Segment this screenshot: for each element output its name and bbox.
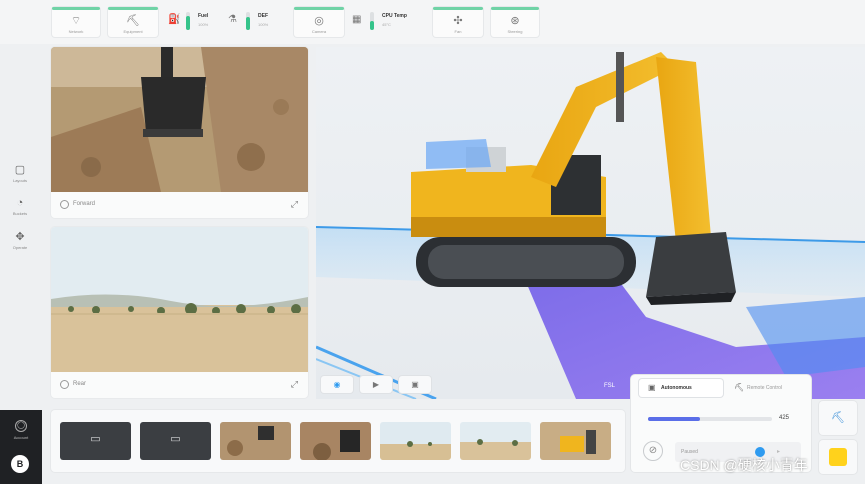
- tab-remote-label: Remote Control: [747, 385, 783, 391]
- view-target-button[interactable]: ◉: [321, 376, 353, 393]
- thumb-image[interactable]: [220, 422, 291, 460]
- rail-item-buckets[interactable]: ◔ Buckets: [5, 197, 35, 216]
- steering-tile[interactable]: ⊛ Steering: [491, 7, 539, 37]
- rail-label: Layouts: [12, 178, 27, 183]
- camera-icon: [60, 200, 69, 209]
- autonomous-icon: ▣: [648, 383, 656, 392]
- camera-forward-card[interactable]: Forward ⤢: [51, 47, 308, 218]
- thumb-placeholder[interactable]: ▭: [140, 422, 211, 460]
- tile-caption: Steering: [507, 29, 523, 34]
- camera-icon: [60, 380, 69, 389]
- svg-text:FSL: FSL: [604, 383, 616, 389]
- bucket-strip: ▭ ▭: [51, 410, 625, 472]
- tile-caption: Fan: [454, 29, 462, 34]
- target-icon: ◉: [333, 380, 341, 389]
- speed-slider[interactable]: [648, 417, 772, 421]
- equipment-tile[interactable]: ⛏ Equipment: [108, 7, 158, 37]
- def-value: 100%: [258, 22, 269, 27]
- fuel-gauge: ⛽ Fuel 100%: [168, 10, 228, 32]
- excavator-icon: ⛏: [126, 15, 140, 27]
- tab-autonomous-label: Autonomous: [661, 385, 692, 391]
- rail-item-operate[interactable]: ✥ Operate: [5, 230, 35, 250]
- account-icon[interactable]: ◯: [15, 420, 27, 432]
- fuel-label: Fuel: [198, 13, 209, 19]
- expand-icon[interactable]: ⤢: [291, 379, 298, 390]
- excavator-icon: ⛏: [831, 412, 845, 424]
- rail-item-layouts[interactable]: ▢ Layouts: [5, 163, 35, 183]
- thumb-image[interactable]: [300, 422, 371, 460]
- wifi-icon: ⌔: [70, 15, 82, 27]
- tab-autonomous[interactable]: ▣ Autonomous: [639, 379, 723, 397]
- tab-remote-control[interactable]: ⛏ Remote Control: [725, 379, 805, 397]
- rail-label: Operate: [12, 245, 28, 250]
- rail-footer: ◯ Account B: [0, 410, 42, 484]
- cpu-icon: ▦: [352, 14, 362, 25]
- fan-icon: ✣: [453, 15, 463, 27]
- camera-rear-card[interactable]: Rear ⤢: [51, 227, 308, 398]
- steering-icon: ⊛: [510, 15, 520, 27]
- tile-caption: Equipment: [123, 29, 143, 34]
- speed-value: 425: [779, 415, 790, 421]
- fan-tile[interactable]: ✣ Fan: [433, 7, 483, 37]
- account-label: Account: [13, 435, 29, 440]
- thumb-image[interactable]: [460, 422, 531, 460]
- thumb-image[interactable]: [540, 422, 611, 460]
- fuel-value: 100%: [198, 22, 209, 27]
- def-icon: ⚗: [228, 14, 237, 25]
- monitor-icon: ▭: [90, 433, 101, 445]
- fuel-icon: ⛽: [168, 14, 181, 25]
- cpu-label: CPU Temp: [382, 13, 407, 19]
- brand-logo: B: [11, 455, 29, 473]
- tile-caption: Network: [68, 29, 84, 34]
- speed-slider-fill: [648, 417, 701, 421]
- play-icon: ▶: [372, 380, 380, 389]
- camera-forward-label: Forward: [73, 201, 96, 207]
- status-bar: ⌔ Network ⛏ Equipment ⛽ Fuel 100% ⚗ DEF …: [0, 0, 865, 44]
- camera-forward-feed: [51, 47, 308, 192]
- thumb-image[interactable]: [380, 422, 451, 460]
- excavator-3d-view[interactable]: FSL: [316, 47, 865, 399]
- remote-icon: ⛏: [734, 383, 745, 392]
- cpu-value: 45°C: [382, 22, 391, 27]
- def-label: DEF: [258, 13, 268, 19]
- camera-rear-feed: [51, 227, 308, 372]
- emergency-button[interactable]: [819, 440, 857, 474]
- camera-rear-label: Rear: [73, 381, 87, 387]
- monitor-icon: ▭: [170, 433, 181, 445]
- thumb-placeholder[interactable]: ▭: [60, 422, 131, 460]
- tile-caption: Camera: [311, 29, 327, 34]
- camera-tile[interactable]: ◎ Camera: [294, 7, 344, 37]
- excavator-model: FSL: [316, 47, 865, 399]
- camera-icon: ◎: [314, 15, 324, 27]
- rail-label: Buckets: [12, 211, 28, 216]
- network-tile[interactable]: ⌔ Network: [52, 7, 100, 37]
- warning-icon: [829, 448, 847, 466]
- buckets-icon: ◔: [16, 197, 24, 209]
- stop-button[interactable]: ⊘: [643, 441, 663, 461]
- expand-icon[interactable]: ⤢: [291, 199, 298, 210]
- view-save-button[interactable]: ▣: [399, 376, 431, 393]
- save-icon: ▣: [411, 380, 419, 389]
- view-play-button[interactable]: ▶: [360, 376, 392, 393]
- def-gauge: ⚗ DEF 100%: [228, 10, 283, 32]
- operate-icon: ✥: [15, 231, 25, 243]
- layouts-icon: ▢: [14, 164, 26, 176]
- excavator-mode-button[interactable]: ⛏: [819, 401, 857, 435]
- cpu-gauge: ▦ CPU Temp 45°C: [352, 10, 427, 32]
- play-icon: ▸: [777, 449, 781, 455]
- watermark: CSDN @硬核小青年: [680, 457, 808, 473]
